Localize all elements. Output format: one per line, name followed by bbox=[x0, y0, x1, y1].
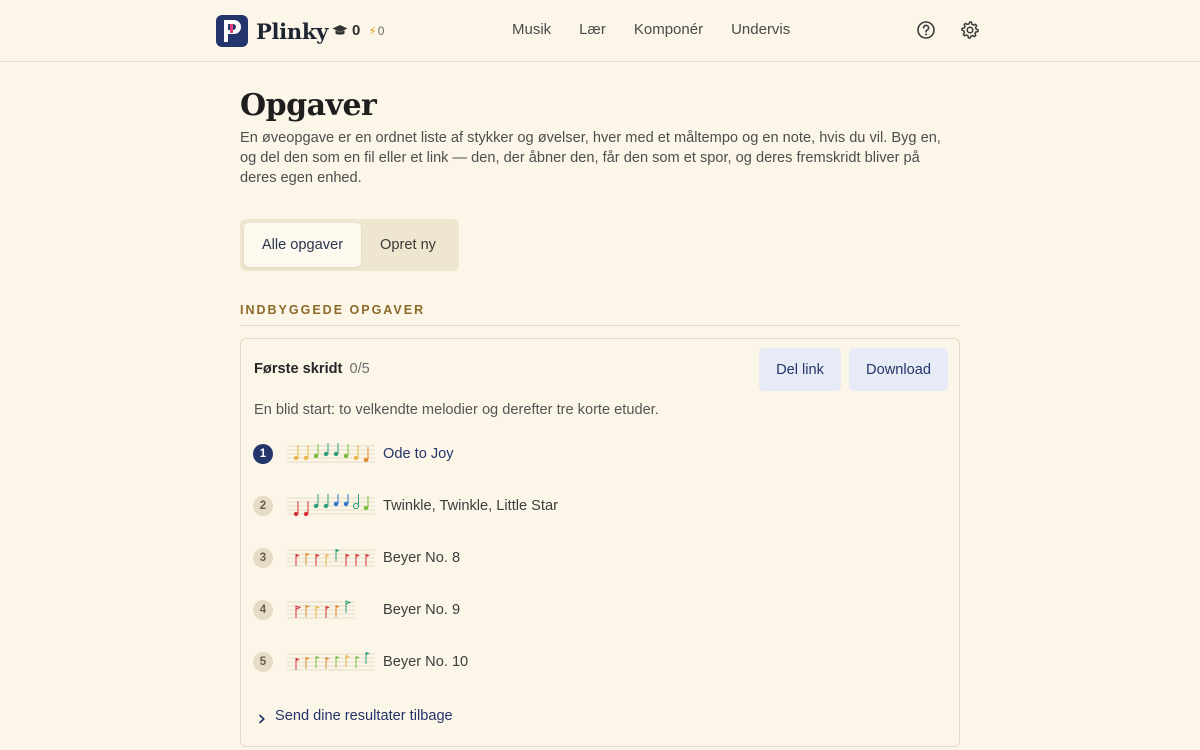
item-number: 4 bbox=[253, 600, 273, 620]
list-item[interactable]: 4 Beyer No. 9 bbox=[253, 598, 460, 622]
score-thumbnail-icon bbox=[287, 442, 375, 466]
app-logo[interactable]: Plinky bbox=[216, 15, 328, 47]
send-results-toggle[interactable]: Send dine resultater tilbage bbox=[257, 708, 453, 724]
item-number: 3 bbox=[253, 548, 273, 568]
item-number: 2 bbox=[253, 496, 273, 516]
score-thumbnail-icon bbox=[287, 650, 375, 674]
user-stats: 0 ⚡ 0 bbox=[332, 22, 384, 39]
top-bar: Plinky 0 ⚡ 0 Musik Lær Komponér Undervis bbox=[0, 0, 1200, 62]
nav-musik[interactable]: Musik bbox=[512, 21, 551, 38]
tab-create-new[interactable]: Opret ny bbox=[361, 223, 455, 267]
chevron-right-icon bbox=[257, 711, 267, 724]
item-label: Beyer No. 8 bbox=[383, 550, 461, 566]
nav-laer[interactable]: Lær bbox=[579, 21, 606, 38]
assignment-tabs: Alle opgaver Opret ny bbox=[240, 219, 459, 271]
help-icon[interactable] bbox=[916, 20, 936, 40]
section-divider bbox=[240, 325, 960, 326]
assignment-card: Første skridt 0/5 Del link Download En b… bbox=[240, 338, 960, 747]
list-item[interactable]: 5 Beyer No. 10 bbox=[253, 650, 468, 674]
page-intro: En øveopgave er en ordnet liste af stykk… bbox=[240, 130, 941, 186]
gear-icon[interactable] bbox=[960, 20, 980, 40]
score-thumbnail-icon bbox=[287, 598, 375, 622]
item-label: Beyer No. 10 bbox=[383, 654, 469, 670]
list-item[interactable]: 2 Twinkle, Twinkle, Little Star bbox=[253, 494, 558, 518]
list-item[interactable]: 3 Beyer No. 8 bbox=[253, 546, 460, 570]
plinky-logo-icon bbox=[216, 15, 248, 47]
tab-all-assignments[interactable]: Alle opgaver bbox=[244, 223, 361, 267]
main-nav: Musik Lær Komponér Undervis bbox=[512, 21, 818, 38]
download-button[interactable]: Download bbox=[849, 348, 948, 391]
list-item[interactable]: 1 Ode to Joy bbox=[253, 442, 454, 466]
assignment-description: En blid start: to velkendte melodier og … bbox=[254, 402, 659, 418]
page-title: Opgaver bbox=[240, 88, 377, 123]
section-heading: INDBYGGEDE OPGAVER bbox=[240, 303, 426, 317]
assignment-title: Første skridt bbox=[254, 361, 343, 377]
energy-count: 0 bbox=[377, 23, 385, 38]
nav-undervis[interactable]: Undervis bbox=[731, 21, 790, 38]
item-label: Twinkle, Twinkle, Little Star bbox=[383, 498, 558, 514]
item-number: 1 bbox=[253, 444, 273, 464]
lightning-icon: ⚡ bbox=[368, 23, 377, 38]
assignment-progress: 0/5 bbox=[349, 361, 370, 377]
item-number: 5 bbox=[253, 652, 273, 672]
share-link-button[interactable]: Del link bbox=[759, 348, 841, 391]
send-results-label: Send dine resultater tilbage bbox=[275, 708, 453, 724]
assignment-title-row: Første skridt 0/5 bbox=[254, 361, 370, 377]
item-label: Beyer No. 9 bbox=[383, 602, 461, 618]
item-label: Ode to Joy bbox=[383, 446, 454, 462]
score-thumbnail-icon bbox=[287, 494, 375, 518]
graduation-cap-icon bbox=[332, 24, 348, 38]
streak-count: 0 bbox=[352, 22, 361, 39]
nav-komponer[interactable]: Komponér bbox=[634, 21, 703, 38]
score-thumbnail-icon bbox=[287, 546, 375, 570]
app-name: Plinky bbox=[256, 18, 328, 44]
